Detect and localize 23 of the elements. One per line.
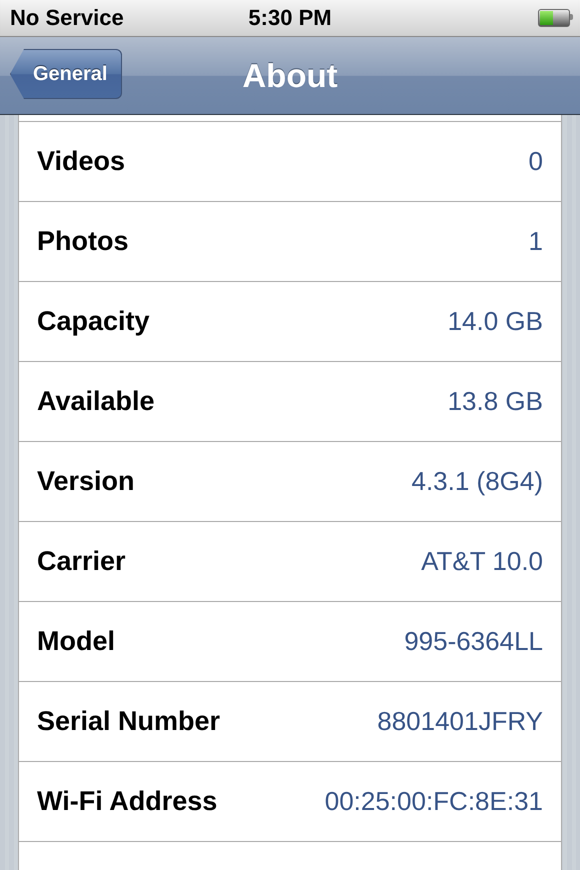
row-label: Version bbox=[37, 466, 135, 497]
screen-title: About bbox=[242, 56, 338, 94]
row-label: Model bbox=[37, 626, 115, 657]
carrier-name: No Service bbox=[10, 5, 125, 31]
row-label: Serial Number bbox=[37, 706, 220, 737]
back-button[interactable]: General bbox=[10, 49, 122, 99]
row-value: 14.0 GB bbox=[448, 306, 543, 337]
row-label: Videos bbox=[37, 146, 126, 177]
battery-icon bbox=[538, 9, 570, 27]
row-value: 4.3.1 (8G4) bbox=[411, 466, 543, 497]
row-value: AT&T 10.0 bbox=[421, 546, 543, 577]
row-value: 0 bbox=[528, 146, 543, 177]
row-value: 8801401JFRY bbox=[377, 706, 543, 737]
status-time: 5:30 PM bbox=[248, 5, 332, 31]
row-label: Capacity bbox=[37, 306, 150, 337]
row-label: Carrier bbox=[37, 546, 126, 577]
row-value: 00:25:00:FC:8E:31 bbox=[324, 786, 543, 817]
row-value: 13.8 GB bbox=[448, 386, 543, 417]
row-value: 1 bbox=[528, 226, 543, 257]
row-label: Wi-Fi Address bbox=[37, 786, 218, 817]
row-label: Photos bbox=[37, 226, 128, 257]
row-label: Available bbox=[37, 386, 155, 417]
row-value: 995-6364LL bbox=[404, 626, 543, 657]
